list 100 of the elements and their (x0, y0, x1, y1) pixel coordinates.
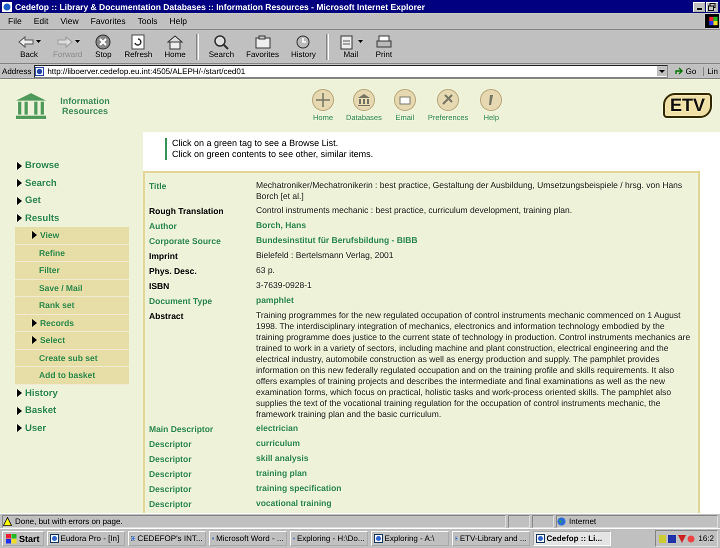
field-value-link[interactable]: vocational training (256, 498, 694, 510)
envelope-icon (394, 89, 416, 111)
field-tag-link[interactable]: Title (149, 180, 256, 202)
sidebar-subitem[interactable]: Records (15, 314, 129, 332)
clock-icon (294, 34, 312, 50)
field-tag-link[interactable]: Descriptor (149, 468, 256, 480)
field-label: Rough Translation (149, 204, 225, 216)
field-tag-link[interactable]: Document Type (149, 294, 256, 306)
field-value: Bielefeld : Bertelsmann Verlag, 2001 (256, 250, 395, 262)
taskbar-button[interactable]: Microsoft Word - ... (208, 531, 287, 546)
field-tag-link[interactable]: Author (149, 220, 256, 232)
sidebar-item[interactable]: Results (0, 210, 143, 227)
field-label: ISBN (149, 280, 170, 292)
minimize-button[interactable] (693, 2, 705, 12)
toolbar-button[interactable]: Mail (334, 34, 368, 59)
menu-item[interactable]: Tools (138, 16, 158, 26)
browser-icon (2, 2, 12, 12)
field-value-link[interactable]: skill analysis (256, 452, 694, 464)
field-tag-link[interactable]: Main Descriptor (149, 422, 256, 434)
sidebar-subitem[interactable]: Refine (15, 244, 129, 262)
restore-button[interactable] (706, 2, 718, 12)
field-value-link[interactable]: Borch, Hans (256, 220, 694, 232)
tray-icons-drawing (659, 534, 696, 544)
field-value: Control instruments mechanic : best practice, curriculum development, training plan. (256, 204, 574, 216)
field-tag-link[interactable]: Descriptor (149, 498, 256, 510)
field-value: 63 p. (256, 264, 276, 276)
taskbar-button[interactable]: Exploring - A:\ (370, 531, 449, 546)
field-value-link[interactable]: Bundesinstitut für Berufsbildung - BIBB (256, 234, 694, 246)
sidebar-subitem[interactable]: Select (15, 332, 129, 350)
toolbar-button[interactable]: Back (12, 34, 46, 59)
field-value-link[interactable]: training specification (256, 482, 694, 494)
field-value: Training programmes for the new regulated occupation of control instruments mechanic commenced on 1 August 1998. The interdisciplinary integration of mechanics, electronics and information technology embodied by the training programme does justice to the current state of technology in production. Control instruments mechanics are trained to work in a variety of sectors, including machine and plant construction, electrical engineering and the electrical industry, automobile construction as well as energy production and supply. The pamphlet provides information on this new federally regulated occupation and on the training profile and skills requirements. It also offers examples of training projects and describes the intermediate and final examinations as well as the new examination forms, which focus on practical, holistic tasks and work-process oriented skills. The pamphlet also supplies the text of the vocational training regulation for the occupation of control instruments mechanic, the framework training plan and the basic curriculum. (256, 310, 692, 420)
building-icon (14, 92, 48, 120)
sidebar-subitem[interactable]: Create sub set (15, 350, 129, 367)
toolbar-button[interactable]: Stop (89, 34, 118, 59)
app-icon (536, 534, 545, 543)
sidebar-subitem[interactable]: Save / Mail (15, 280, 129, 297)
sidebar-item[interactable]: Get (0, 192, 143, 210)
app-icon (374, 534, 383, 543)
field-value-link[interactable]: pamphlet (256, 294, 694, 306)
toolbar-button[interactable]: Search (204, 34, 240, 59)
windows-logo-icon (6, 534, 17, 544)
toolbar-button[interactable]: Print (370, 34, 398, 59)
sidebar-item[interactable]: Search (0, 174, 143, 192)
dropdown-icon[interactable] (656, 66, 667, 76)
restore-icon (708, 2, 716, 10)
menu-item[interactable]: Help (169, 16, 187, 26)
toolbar-button[interactable]: Refresh (119, 34, 158, 59)
field-label: Phys. Desc. (149, 264, 198, 276)
menu-item[interactable]: Favorites (90, 16, 126, 26)
cross-icon (437, 89, 460, 111)
field-tag-link[interactable]: Descriptor (149, 482, 256, 494)
taskbar-button[interactable]: CEDEFOP's INT... (128, 531, 206, 546)
taskbar-button[interactable]: Exploring - H:\Do... (290, 531, 368, 546)
sidebar-item[interactable]: User (0, 420, 143, 437)
menu-item[interactable]: File (8, 16, 22, 26)
forward-arrow-icon (56, 34, 74, 50)
address-field[interactable]: http://liboerver.cedefop.eu.int:4505/ALEPH/-/start/ced01 (34, 64, 668, 78)
field-label: Abstract (149, 310, 184, 322)
taskbar-button[interactable]: Eudora Pro - [In] (46, 531, 125, 546)
start-button[interactable]: Start (2, 531, 44, 546)
toolbar-button[interactable]: History (286, 34, 321, 59)
app-icon (292, 534, 295, 543)
app-icon (212, 534, 214, 543)
sidebar-item[interactable]: Basket (0, 402, 143, 420)
address-label: Address (2, 66, 32, 76)
site-logo-text: Information Resources (59, 96, 111, 116)
toolbar-button[interactable]: Favorites (241, 34, 284, 59)
warning-icon (3, 516, 12, 526)
links-button[interactable]: Lin (703, 66, 718, 76)
field-value-link[interactable]: curriculum (256, 438, 694, 450)
printer-icon (374, 34, 393, 50)
menu-item[interactable]: Edit (34, 16, 48, 26)
field-value-link[interactable]: electrician (256, 422, 694, 434)
app-icon (454, 534, 458, 543)
toolbar-button[interactable]: Home (159, 34, 191, 59)
field-value: 3-7639-0928-1 (256, 280, 313, 292)
status-cell (532, 514, 554, 528)
field-tag-link[interactable]: Descriptor (149, 438, 256, 450)
folder-icon (254, 34, 272, 50)
sidebar-item[interactable]: Browse (0, 157, 143, 174)
sidebar-item[interactable]: History (0, 384, 143, 402)
sidebar-subitem[interactable]: Filter (15, 262, 129, 280)
field-label: Imprint (149, 250, 179, 262)
taskbar-button[interactable]: ETV-Library and ... (452, 531, 530, 546)
app-icon (130, 534, 136, 543)
field-value-link[interactable]: training plan (256, 468, 694, 480)
globe-icon (557, 516, 566, 526)
sidebar-subitem[interactable]: Add to basket (15, 367, 129, 384)
building-icon (352, 89, 375, 111)
field-tag-link[interactable]: Descriptor (149, 452, 256, 464)
window-title: Cedefop :: Library & Documentation Databases :: Information Resources - Microsoft Internet Explorer (15, 2, 426, 12)
sidebar-subitem[interactable]: Rank set (15, 297, 129, 314)
taskbar-button[interactable]: Cedefop :: Li... (532, 531, 611, 546)
refresh-icon (129, 34, 148, 50)
sidebar-subitem[interactable]: View (15, 227, 129, 244)
field-value: Mechatroniker/Mechatronikerin : best practice, Gestaltung der Ausbildung, Umsetzungsbeispiele / hrsg. von Hans Borch [et al.] (256, 180, 684, 202)
field-tag-link[interactable]: Corporate Source (149, 234, 256, 246)
zone-label: Internet (569, 516, 596, 526)
menu-item[interactable]: View (60, 16, 79, 26)
